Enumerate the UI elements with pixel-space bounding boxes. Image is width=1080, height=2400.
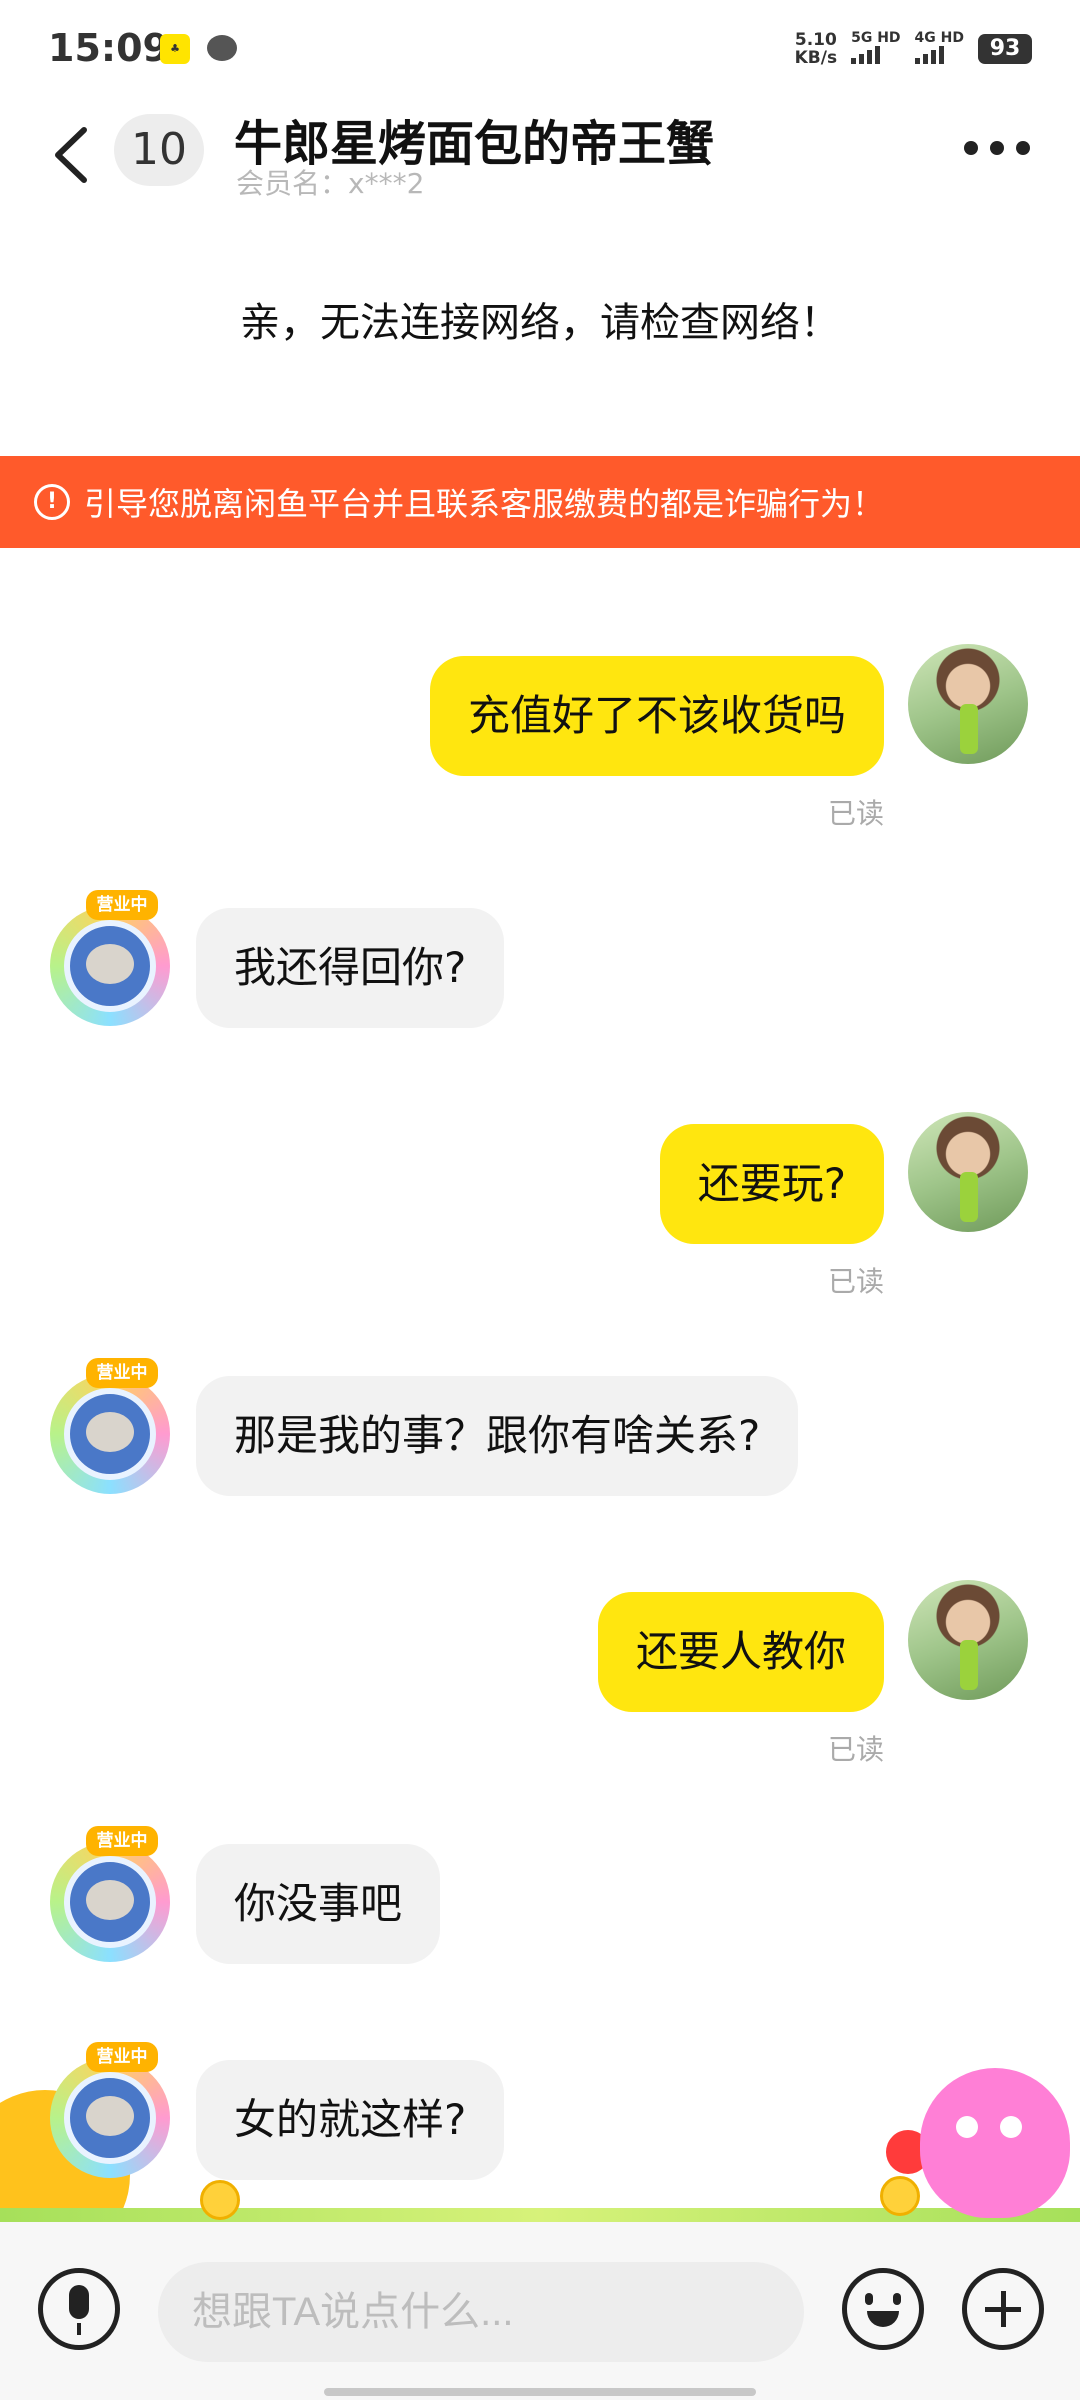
open-tag: 营业中	[86, 1826, 158, 1856]
plus-icon[interactable]	[962, 2268, 1044, 2350]
network-4g: 4G HD	[914, 30, 964, 68]
signal-icon	[914, 46, 944, 64]
back-button[interactable]	[44, 120, 104, 190]
message-bubble-sent[interactable]: 充值好了不该收货吗	[429, 656, 884, 776]
my-avatar[interactable]	[908, 1112, 1028, 1232]
coin-decoration	[880, 2176, 920, 2216]
member-name: 会员名：x***2	[236, 167, 425, 200]
battery-icon: 93	[978, 34, 1032, 64]
network-speed: 5.10 KB/s	[794, 30, 838, 68]
message-notification-icon	[207, 35, 237, 61]
message-bubble-received[interactable]: 那是我的事？跟你有啥关系?	[196, 1376, 799, 1496]
octopus-mascot	[920, 2068, 1070, 2218]
app-notification-icon: ♣	[160, 34, 190, 64]
unread-count-badge[interactable]: 10	[114, 114, 204, 186]
message-bubble-received[interactable]: 女的就这样?	[196, 2060, 505, 2180]
heart-decoration	[886, 2130, 930, 2174]
message-bubble-sent[interactable]: 还要人教你	[597, 1592, 884, 1712]
message-bubble-received[interactable]: 你没事吧	[196, 1844, 441, 1964]
seller-avatar[interactable]: 营业中	[42, 2040, 182, 2180]
signal-icon	[851, 46, 881, 64]
chat-header: 10 牛郎星烤面包的帝王蟹 会员名：x***2	[0, 96, 1080, 206]
seller-avatar[interactable]: 营业中	[42, 1824, 182, 1964]
coin-decoration	[200, 2180, 240, 2220]
message-input[interactable]	[158, 2262, 804, 2362]
more-icon[interactable]	[964, 138, 1030, 158]
status-right: 5.10 KB/s 5G HD 4G HD 93	[795, 30, 1032, 68]
message-bubble-received[interactable]: 我还得回你?	[196, 908, 505, 1028]
read-status: 已读	[827, 797, 884, 830]
read-status: 已读	[827, 1265, 884, 1298]
message-bubble-sent[interactable]: 还要玩?	[659, 1124, 884, 1244]
warning-icon: !	[34, 484, 70, 520]
fraud-warning-banner: ! 引导您脱离闲鱼平台并且联系客服缴费的都是诈骗行为！	[0, 456, 1080, 548]
open-tag: 营业中	[86, 1358, 158, 1388]
back-arrow-icon	[55, 127, 87, 183]
open-tag: 营业中	[86, 2042, 158, 2072]
network-5g: 5G HD	[851, 30, 901, 68]
network-error-notice: 亲，无法连接网络，请检查网络！	[0, 290, 1080, 348]
mic-icon[interactable]	[38, 2268, 120, 2350]
my-avatar[interactable]	[908, 644, 1028, 764]
seller-avatar[interactable]: 营业中	[42, 1356, 182, 1496]
read-status: 已读	[827, 1733, 884, 1766]
my-avatar[interactable]	[908, 1580, 1028, 1700]
seller-avatar[interactable]: 营业中	[42, 888, 182, 1028]
fraud-warning-text: 引导您脱离闲鱼平台并且联系客服缴费的都是诈骗行为！	[84, 485, 885, 523]
status-bar: 15:09 ♣ 5.10 KB/s 5G HD 4G HD 93	[0, 0, 1080, 96]
input-bar	[0, 2222, 1080, 2400]
open-tag: 营业中	[86, 890, 158, 920]
status-time: 15:09	[48, 26, 169, 70]
emoji-icon[interactable]	[842, 2268, 924, 2350]
home-indicator[interactable]	[324, 2388, 756, 2396]
network-error-text: 亲，无法连接网络，请检查网络！	[240, 300, 840, 346]
